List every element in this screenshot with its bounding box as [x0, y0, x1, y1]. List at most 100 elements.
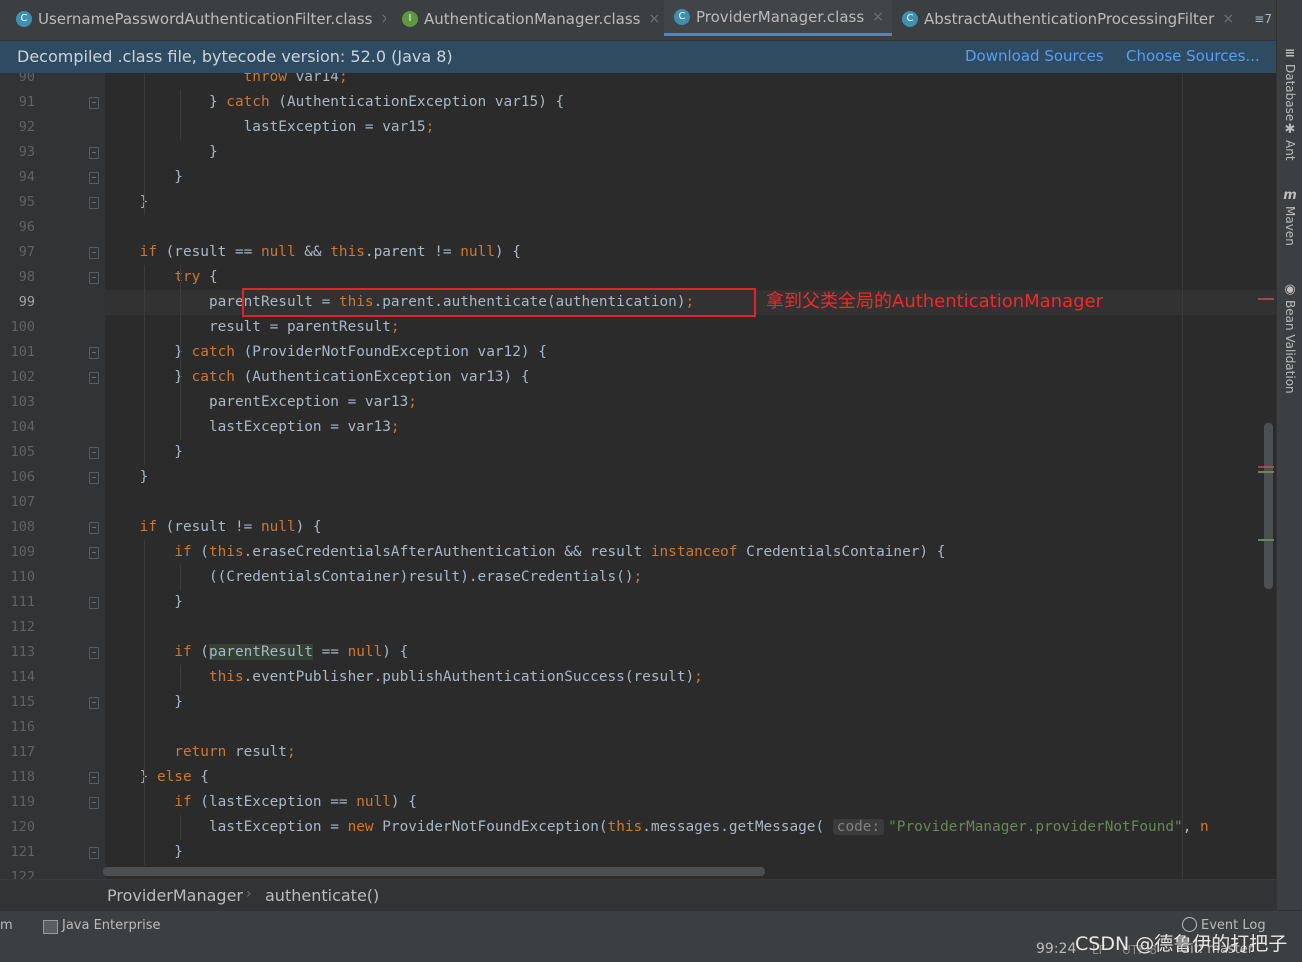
line-number[interactable]: 92	[0, 115, 35, 140]
close-icon[interactable]: ×	[1222, 11, 1232, 27]
code-line[interactable]: }	[105, 590, 1276, 615]
line-number[interactable]: 112	[0, 615, 35, 640]
line-number[interactable]: 100	[0, 315, 35, 340]
line-number[interactable]: 107	[0, 490, 35, 515]
fold-marker-icon[interactable]	[89, 797, 99, 809]
fold-marker-icon[interactable]	[89, 347, 99, 359]
code-line[interactable]: if (parentResult == null) {	[105, 640, 1276, 665]
line-number[interactable]: 94	[0, 165, 35, 190]
line-number[interactable]: 91	[0, 90, 35, 115]
code-line[interactable]: }	[105, 690, 1276, 715]
code-line[interactable]: } catch (AuthenticationException var13) …	[105, 365, 1276, 390]
line-number[interactable]: 118	[0, 765, 35, 790]
line-number[interactable]: 115	[0, 690, 35, 715]
line-number[interactable]: 99	[0, 290, 35, 315]
line-number[interactable]: 97	[0, 240, 35, 265]
line-number[interactable]: 90	[0, 73, 35, 90]
line-number[interactable]: 119	[0, 790, 35, 815]
fold-marker-icon[interactable]	[89, 172, 99, 184]
code-line[interactable]: }	[105, 840, 1276, 865]
tab-authenticationmanager[interactable]: I AuthenticationManager.class ×	[402, 0, 660, 38]
line-number[interactable]: 121	[0, 840, 35, 865]
line-number[interactable]: 111	[0, 590, 35, 615]
line-number[interactable]: 95	[0, 190, 35, 215]
code-line[interactable]	[105, 490, 1276, 515]
code-line[interactable]: lastException = var13;	[105, 415, 1276, 440]
change-stripe-marker[interactable]	[1258, 471, 1274, 473]
fold-marker-icon[interactable]	[89, 547, 99, 559]
fold-marker-icon[interactable]	[89, 197, 99, 209]
line-number[interactable]: 93	[0, 140, 35, 165]
change-stripe-marker[interactable]	[1258, 539, 1274, 541]
code-line[interactable]	[105, 615, 1276, 640]
code-line[interactable]: }	[105, 440, 1276, 465]
tab-usernamepasswordauthenticationfilter[interactable]: C UsernamePasswordAuthenticationFilter.c…	[16, 0, 386, 38]
fold-marker-icon[interactable]	[89, 697, 99, 709]
java-enterprise-button[interactable]: Java Enterprise	[62, 918, 160, 933]
code-line[interactable]: ((CredentialsContainer)result).eraseCred…	[105, 565, 1276, 590]
fold-marker-icon[interactable]	[89, 597, 99, 609]
line-number[interactable]: 122	[0, 865, 35, 879]
code-line[interactable]: }	[105, 165, 1276, 190]
choose-sources-link[interactable]: Choose Sources...	[1126, 47, 1260, 65]
line-number[interactable]: 102	[0, 365, 35, 390]
fold-marker-icon[interactable]	[89, 247, 99, 259]
code-line[interactable]: if (result != null) {	[105, 515, 1276, 540]
line-number[interactable]: 96	[0, 215, 35, 240]
line-number[interactable]: 104	[0, 415, 35, 440]
code-line[interactable]: }	[105, 140, 1276, 165]
line-number[interactable]: 109	[0, 540, 35, 565]
fold-marker-icon[interactable]	[89, 147, 99, 159]
line-number[interactable]: 113	[0, 640, 35, 665]
line-number[interactable]: 110	[0, 565, 35, 590]
code-line[interactable]: } else {	[105, 765, 1276, 790]
maven-tool-button[interactable]: m Maven	[1278, 188, 1302, 246]
fold-marker-icon[interactable]	[89, 647, 99, 659]
code-line[interactable]: if (this.eraseCredentialsAfterAuthentica…	[105, 540, 1276, 565]
fold-marker-icon[interactable]	[89, 772, 99, 784]
line-number[interactable]: 103	[0, 390, 35, 415]
tool-window-cut-label[interactable]: m	[0, 918, 13, 933]
code-line[interactable]: } catch (ProviderNotFoundException var12…	[105, 340, 1276, 365]
caret-position[interactable]: 99:24	[1036, 941, 1076, 957]
error-stripe-marker[interactable]	[1258, 298, 1274, 300]
breadcrumb-class[interactable]: ProviderManager	[107, 886, 243, 905]
fold-marker-icon[interactable]	[89, 522, 99, 534]
horizontal-scrollbar[interactable]	[103, 867, 765, 876]
vertical-scrollbar[interactable]	[1264, 423, 1273, 589]
code-line[interactable]: throw var14;	[105, 73, 1276, 90]
line-number[interactable]: 117	[0, 740, 35, 765]
fold-marker-icon[interactable]	[89, 447, 99, 459]
code-line[interactable]: parentException = var13;	[105, 390, 1276, 415]
ant-tool-button[interactable]: ✱ Ant	[1278, 122, 1302, 161]
close-icon[interactable]: ×	[872, 9, 884, 25]
code-line[interactable]: return result;	[105, 740, 1276, 765]
line-number[interactable]: 108	[0, 515, 35, 540]
bean-validation-tool-button[interactable]: ◉ Bean Validation	[1278, 282, 1302, 394]
tab-providermanager[interactable]: C ProviderManager.class ×	[664, 0, 892, 36]
code-line[interactable]: lastException = new ProviderNotFoundExce…	[105, 815, 1276, 840]
code-line[interactable]	[105, 715, 1276, 740]
code-line[interactable]: } catch (AuthenticationException var15) …	[105, 90, 1276, 115]
line-number[interactable]: 98	[0, 265, 35, 290]
code-editor[interactable]: 90 91 92 93 94 95 96 97 98 99 100 101 102 103 104 105 10…	[0, 73, 1276, 879]
code-line[interactable]: }	[105, 190, 1276, 215]
fold-marker-icon[interactable]	[89, 372, 99, 384]
line-number[interactable]: 120	[0, 815, 35, 840]
line-number[interactable]: 106	[0, 465, 35, 490]
download-sources-link[interactable]: Download Sources	[965, 47, 1104, 65]
line-number[interactable]: 116	[0, 715, 35, 740]
close-icon[interactable]: ×	[649, 11, 661, 27]
code-line[interactable]: this.eventPublisher.publishAuthenticatio…	[105, 665, 1276, 690]
fold-marker-icon[interactable]	[89, 847, 99, 859]
line-number[interactable]: 101	[0, 340, 35, 365]
breadcrumb-method[interactable]: authenticate()	[265, 886, 379, 905]
tab-overflow-menu[interactable]: ≡7	[1254, 12, 1272, 26]
close-icon[interactable]: ×	[380, 11, 386, 27]
fold-marker-icon[interactable]	[89, 97, 99, 109]
line-number[interactable]: 105	[0, 440, 35, 465]
database-tool-button[interactable]: ≡ Database	[1278, 46, 1302, 121]
code-line[interactable]: if (result == null && this.parent != nul…	[105, 240, 1276, 265]
fold-marker-icon[interactable]	[89, 272, 99, 284]
code-line[interactable]: lastException = var15;	[105, 115, 1276, 140]
